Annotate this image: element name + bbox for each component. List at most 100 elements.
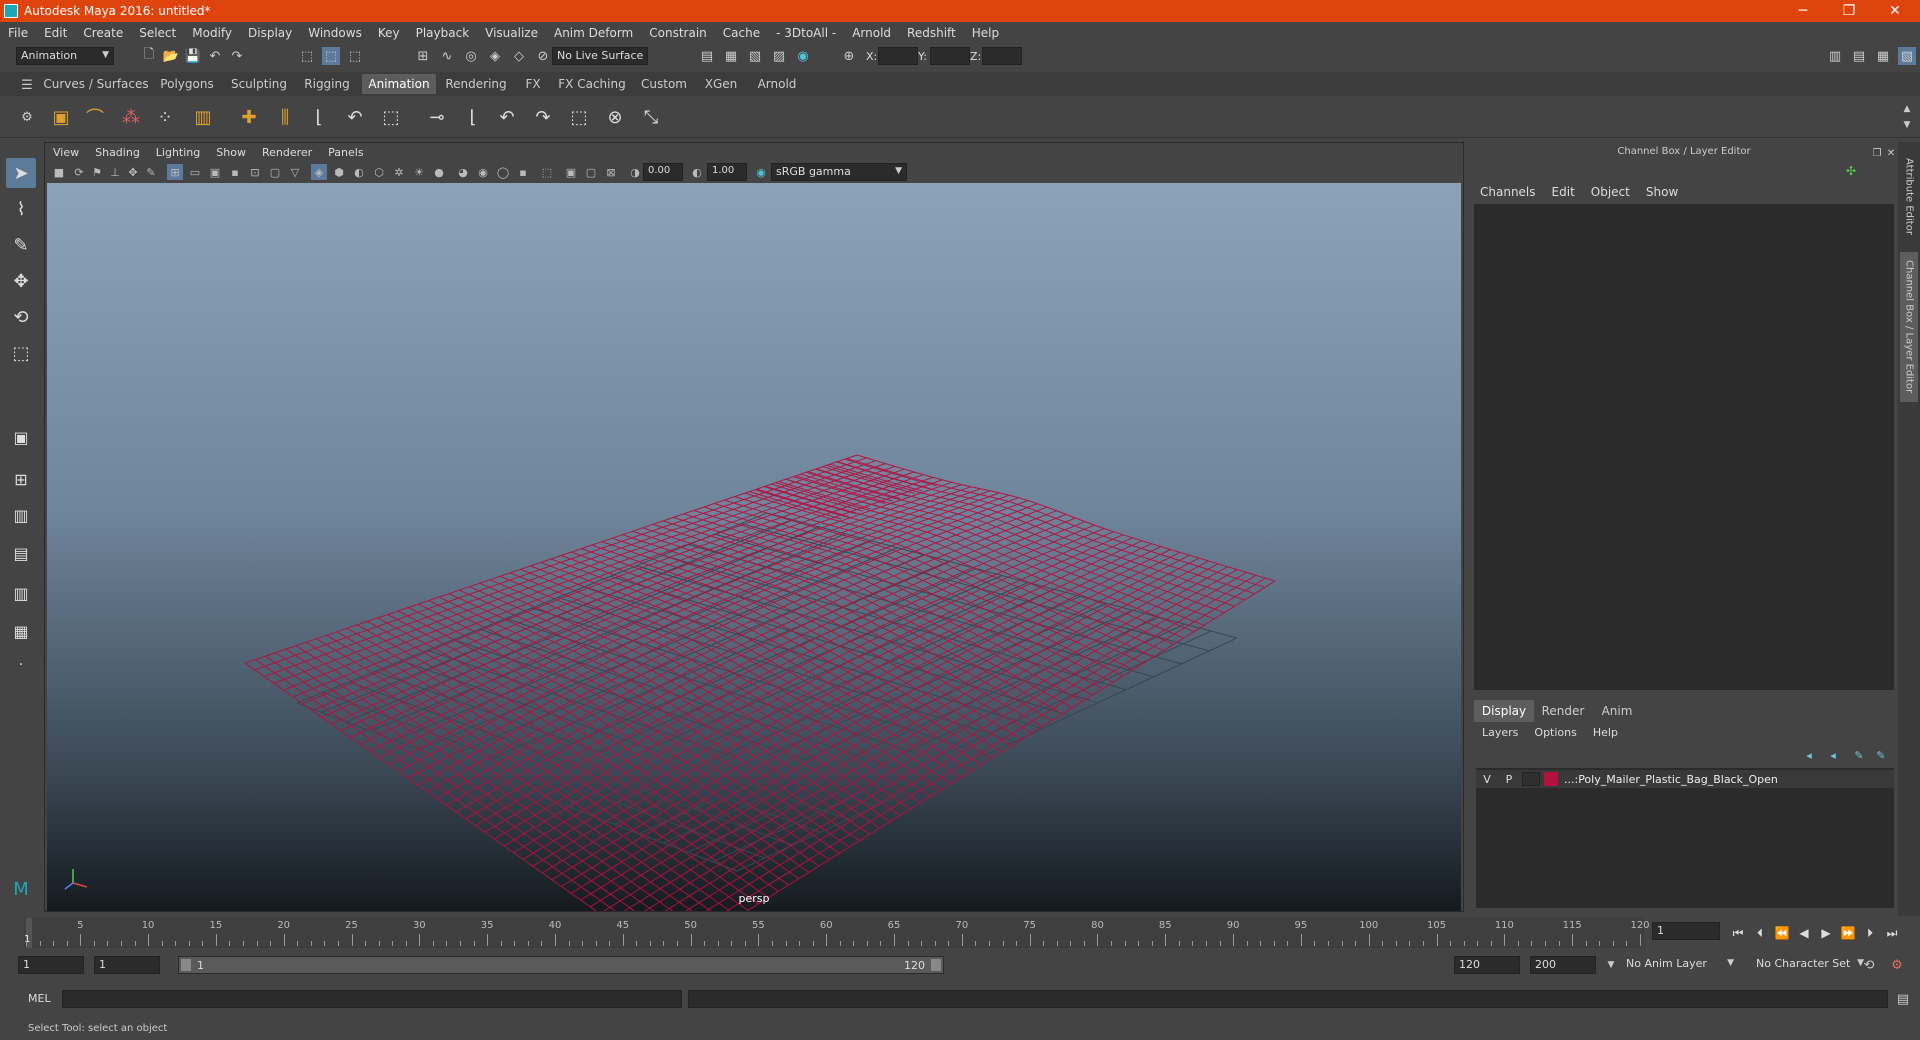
color-management-icon[interactable]: ◉ xyxy=(753,164,769,180)
persp-graph-layout-icon[interactable]: ▤ xyxy=(6,538,36,568)
menu-windows[interactable]: Windows xyxy=(300,26,370,40)
single-perspective-layout-icon[interactable]: ▣ xyxy=(6,422,36,452)
layer-menu-layers[interactable]: Layers xyxy=(1474,726,1526,739)
snap-grid-icon[interactable]: ⊞ xyxy=(414,47,432,65)
menu-file[interactable]: File xyxy=(0,26,36,40)
wireframe-icon[interactable]: ◈ xyxy=(311,164,327,180)
field-chart-icon[interactable]: ⊡ xyxy=(247,164,263,180)
auto-key-icon[interactable]: ⟲ xyxy=(1860,956,1878,974)
step-forward-frame-icon[interactable]: ⏵ xyxy=(1860,922,1880,944)
tab-display[interactable]: Display xyxy=(1474,700,1534,722)
menu-constrain[interactable]: Constrain xyxy=(641,26,715,40)
play-forwards-icon[interactable]: ▶ xyxy=(1816,922,1836,944)
select-hierarchy-icon[interactable]: ⬚ xyxy=(298,47,316,65)
snap-curve-icon[interactable]: ∿ xyxy=(438,47,456,65)
playback-start-field[interactable]: 1 xyxy=(94,956,160,974)
minimize-button[interactable]: ─ xyxy=(1780,0,1826,22)
script-editor-icon[interactable]: ▤ xyxy=(1894,990,1912,1008)
attribute-editor-toggle-icon[interactable]: ▤ xyxy=(1850,47,1868,65)
render-view-icon[interactable]: ▨ xyxy=(770,47,788,65)
close-button[interactable]: ✕ xyxy=(1872,0,1918,22)
orient-constraint-icon[interactable]: ↶ xyxy=(494,104,520,130)
panel-menu-shading[interactable]: Shading xyxy=(87,146,148,159)
image-plane-icon[interactable]: ⊥ xyxy=(107,164,123,180)
current-frame-field[interactable]: 1 xyxy=(1652,922,1720,940)
xray-icon[interactable]: ▣ xyxy=(563,164,579,180)
shelf-tab-curves-surfaces[interactable]: Curves / Surfaces xyxy=(42,74,150,94)
time-slider[interactable]: 1 5 10 15 20 25 30 35 40 45 50 55 60 65 70 75 80 85 90 95 1… xyxy=(24,918,1650,948)
layer-row[interactable]: V P ...:Poly_Mailer_Plastic_Bag_Black_Op… xyxy=(1476,770,1894,788)
use-all-lights-icon[interactable]: ☀ xyxy=(411,164,427,180)
transform-mode-icon[interactable]: ⊕ xyxy=(840,47,858,65)
create-editable-motion-trail-icon[interactable]: ▥ xyxy=(190,104,216,130)
panel-menu-show[interactable]: Show xyxy=(208,146,254,159)
anim-layer-dropdown[interactable]: No Anim Layer ▼ xyxy=(1622,956,1738,974)
scale-tool-icon[interactable]: ⬚ xyxy=(6,338,36,368)
menu-help[interactable]: Help xyxy=(964,26,1007,40)
shelf-settings-gear-icon[interactable]: ⚙ xyxy=(18,108,36,126)
command-input[interactable] xyxy=(62,990,682,1008)
range-slider[interactable]: 1 120 xyxy=(178,956,944,974)
aim-constraint-icon[interactable]: ⬚ xyxy=(566,104,592,130)
menu-modify[interactable]: Modify xyxy=(184,26,240,40)
start-time-field[interactable]: 1 xyxy=(18,956,84,974)
gate-mask-icon[interactable]: ▪ xyxy=(227,164,243,180)
xray-joints-icon[interactable]: ▢ xyxy=(583,164,599,180)
depth-of-field-icon[interactable]: ▪ xyxy=(515,164,531,180)
bookmark-icon[interactable]: ⚑ xyxy=(89,164,105,180)
grid-toggle-icon[interactable]: ⊞ xyxy=(167,164,183,180)
cb-menu-object[interactable]: Object xyxy=(1583,185,1638,199)
live-surface-field[interactable]: No Live Surface xyxy=(552,47,648,65)
channel-box-area[interactable] xyxy=(1474,204,1894,690)
shelf-tab-sculpting[interactable]: Sculpting xyxy=(226,74,292,94)
menu-display[interactable]: Display xyxy=(240,26,300,40)
menu-playback[interactable]: Playback xyxy=(408,26,478,40)
point-constraint-icon[interactable]: ⌊ xyxy=(460,104,486,130)
step-back-key-icon[interactable]: ⏪ xyxy=(1772,922,1792,944)
layer-menu-options[interactable]: Options xyxy=(1526,726,1584,739)
cb-menu-edit[interactable]: Edit xyxy=(1544,185,1583,199)
default-material-icon[interactable]: ◐ xyxy=(351,164,367,180)
cb-menu-channels[interactable]: Channels xyxy=(1472,185,1544,199)
film-gate-icon[interactable]: ▭ xyxy=(187,164,203,180)
layer-playback-toggle[interactable]: P xyxy=(1498,773,1520,786)
isolate-select-icon[interactable]: ⬚ xyxy=(539,164,555,180)
select-component-icon[interactable]: ⬚ xyxy=(346,47,364,65)
rotate-tool-icon[interactable]: ⟲ xyxy=(6,302,36,332)
smooth-shade-icon[interactable]: ⬢ xyxy=(331,164,347,180)
create-cluster-icon[interactable]: ⬚ xyxy=(378,104,404,130)
pole-vector-icon[interactable]: ⊗ xyxy=(602,104,628,130)
menu-3dtoall[interactable]: - 3DtoAll - xyxy=(768,26,844,40)
menu-select[interactable]: Select xyxy=(131,26,184,40)
motion-trail-icon[interactable]: ⌒ xyxy=(82,104,108,130)
unghost-icon[interactable]: ⁘ xyxy=(152,104,178,130)
y-field[interactable] xyxy=(930,47,970,65)
animation-preferences-icon[interactable]: ⚙ xyxy=(1888,956,1906,974)
lasso-tool-icon[interactable]: ⌇ xyxy=(6,194,36,224)
hypershade-icon[interactable]: ◉ xyxy=(794,47,812,65)
menu-edit[interactable]: Edit xyxy=(36,26,75,40)
motion-blur-icon[interactable]: ◉ xyxy=(475,164,491,180)
four-view-layout-icon[interactable]: ⊞ xyxy=(6,464,36,494)
ghost-icon[interactable]: ⁂ xyxy=(118,104,144,130)
gamma-field[interactable]: 1.00 xyxy=(707,163,747,181)
2d-pan-zoom-icon[interactable]: ✥ xyxy=(125,164,141,180)
render-settings-icon[interactable]: ▤ xyxy=(698,47,716,65)
tab-channel-box-layer-editor[interactable]: Channel Box / Layer Editor xyxy=(1900,252,1918,402)
3d-viewport[interactable]: persp xyxy=(47,183,1461,911)
layer-color-swatch[interactable] xyxy=(1544,772,1558,786)
shelf-tab-polygons[interactable]: Polygons xyxy=(154,74,220,94)
undo-icon[interactable]: ↶ xyxy=(206,47,224,65)
menuset-dropdown[interactable]: Animation ▼ xyxy=(16,47,114,65)
snap-view-plane-icon[interactable]: ◇ xyxy=(510,47,528,65)
go-to-start-icon[interactable]: ⏮ xyxy=(1728,922,1748,944)
shelf-tab-animation[interactable]: Animation xyxy=(362,74,436,94)
gamma-icon[interactable]: ◐ xyxy=(689,164,705,180)
outliner-layout-icon[interactable]: ▥ xyxy=(6,578,36,608)
move-layer-down-icon[interactable]: ◂ xyxy=(1824,746,1842,764)
panel-menu-renderer[interactable]: Renderer xyxy=(254,146,320,159)
textured-icon[interactable]: ✲ xyxy=(391,164,407,180)
select-tool-icon[interactable]: ➤ xyxy=(6,158,36,188)
channel-box-toggle-icon[interactable]: ▧ xyxy=(1898,47,1916,65)
safe-title-icon[interactable]: ▽ xyxy=(287,164,303,180)
